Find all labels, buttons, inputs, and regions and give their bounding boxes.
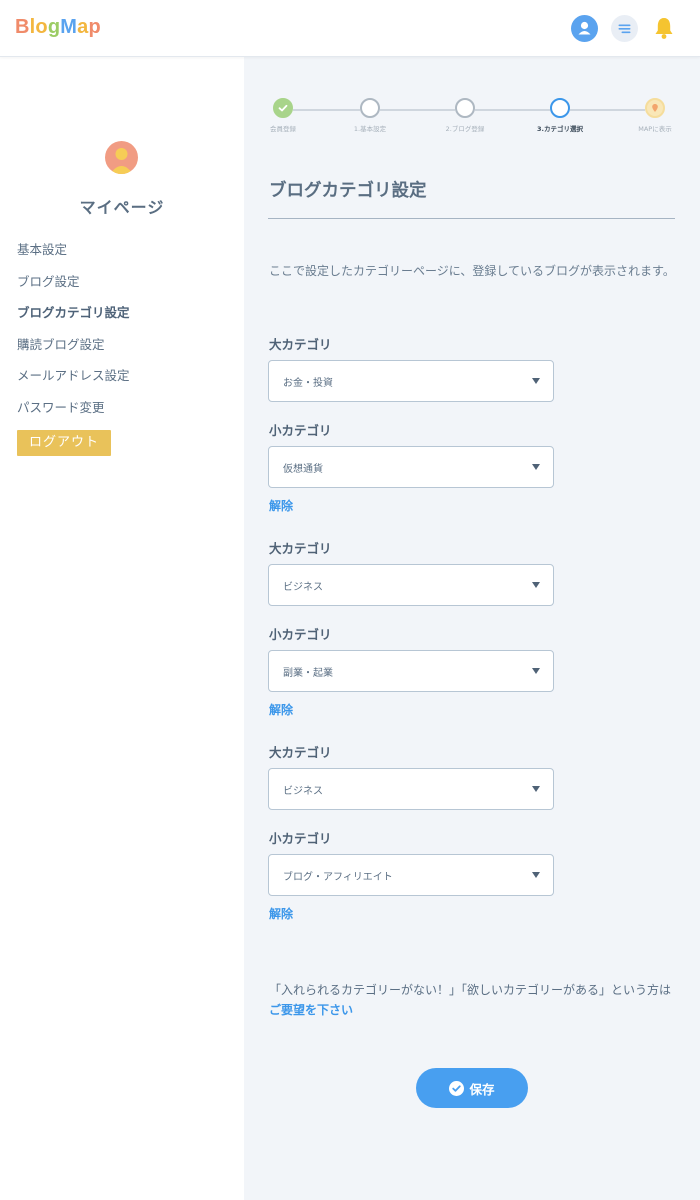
caret-down-icon [532,668,540,674]
caret-down-icon [532,786,540,792]
logo-letter: p [88,16,101,38]
remove-link[interactable]: 解除 [269,497,293,514]
mypage-title: マイページ [79,198,165,217]
major-category-select[interactable]: ビジネス [268,564,554,606]
step-label: 会員登録 [270,125,296,133]
sidebar: マイページ 基本設定 ブログ設定 ブログカテゴリ設定 購読ブログ設定 メールアドレス設定… [0,57,244,1200]
caret-down-icon [532,872,540,878]
request-text: 「入れられるカテゴリーがない！」「欲しいカテゴリーがある」という方は ご要望を下… [269,980,679,1020]
minor-category-select[interactable]: ブログ・アフィリエイト [268,854,554,896]
step-circle [360,98,380,118]
step-label: 3.カテゴリ選択 [537,125,583,133]
minor-category-select[interactable]: 仮想通貨 [268,446,554,488]
step-circle [550,98,570,118]
step-circle [455,98,475,118]
check-circle-icon [449,1080,465,1096]
select-value: ブログ・アフィリエイト [283,872,393,883]
select-value: 副業・起業 [283,668,333,679]
blogmap-logo[interactable]: BlogMap [15,16,101,39]
title-divider [268,218,675,219]
major-category-label: 大カテゴリ [269,745,332,760]
step: 1.基本設定 [330,98,410,133]
logo-letter: g [47,16,61,38]
save-label: 保存 [469,1081,495,1097]
sidebar-item[interactable]: パスワード変更 [17,398,227,430]
page-description: ここで設定したカテゴリーページに、登録しているブログが表示されます。 [269,264,675,278]
avatar[interactable] [105,141,138,174]
remove-link[interactable]: 解除 [269,701,293,718]
major-category-label: 大カテゴリ [269,337,332,352]
request-link[interactable]: ご要望を下さい [269,1003,353,1017]
minor-category-label: 小カテゴリ [269,831,332,846]
sidebar-item[interactable]: 基本設定 [17,240,227,272]
major-category-select[interactable]: お金・投資 [268,360,554,402]
user-icon[interactable] [571,15,598,42]
step: 3.カテゴリ選択 [520,98,600,133]
menu-icon[interactable] [611,15,638,42]
logout-button[interactable]: ログアウト [17,430,111,456]
caret-down-icon [532,378,540,384]
minor-category-label: 小カテゴリ [269,423,332,438]
select-value: ビジネス [283,582,323,593]
logo-letter: o [35,16,48,38]
sidebar-item[interactable]: メールアドレス設定 [17,366,227,398]
step-label: 1.基本設定 [353,125,387,133]
progress-stepper: 会員登録 1.基本設定 2.ブログ登録 3.カテゴリ選択 MAPに表示 [268,98,688,138]
select-value: 仮想通貨 [283,464,323,475]
step-label: MAPに表示 [638,125,672,133]
step: MAPに表示 [615,98,695,133]
step-label: 2.ブログ登録 [445,125,485,133]
sidebar-nav: 基本設定 ブログ設定 ブログカテゴリ設定 購読ブログ設定 メールアドレス設定 パスワード変… [17,240,227,429]
logo-letter: a [77,16,89,38]
check-icon [273,98,293,118]
select-value: お金・投資 [283,378,333,389]
sidebar-item[interactable]: ブログ設定 [17,272,227,304]
step: 会員登録 [243,98,323,133]
caret-down-icon [532,464,540,470]
caret-down-icon [532,582,540,588]
step: 2.ブログ登録 [425,98,505,133]
major-category-label: 大カテゴリ [269,541,332,556]
map-pin-icon [645,98,665,118]
bell-icon[interactable] [651,15,677,42]
sidebar-item[interactable]: ブログカテゴリ設定 [17,303,227,335]
select-value: ビジネス [283,786,323,797]
remove-link[interactable]: 解除 [269,905,293,922]
minor-category-label: 小カテゴリ [269,627,332,642]
major-category-select[interactable]: ビジネス [268,768,554,810]
app-header: BlogMap [0,0,700,57]
logo-letter: M [60,16,78,38]
sidebar-item[interactable]: 購読ブログ設定 [17,335,227,367]
minor-category-select[interactable]: 副業・起業 [268,650,554,692]
page-title: ブログカテゴリ設定 [269,181,427,201]
request-text-body: 「入れられるカテゴリーがない！」「欲しいカテゴリーがある」という方は [269,983,672,997]
logo-letter: B [15,16,30,38]
save-button[interactable]: 保存 [416,1068,528,1108]
